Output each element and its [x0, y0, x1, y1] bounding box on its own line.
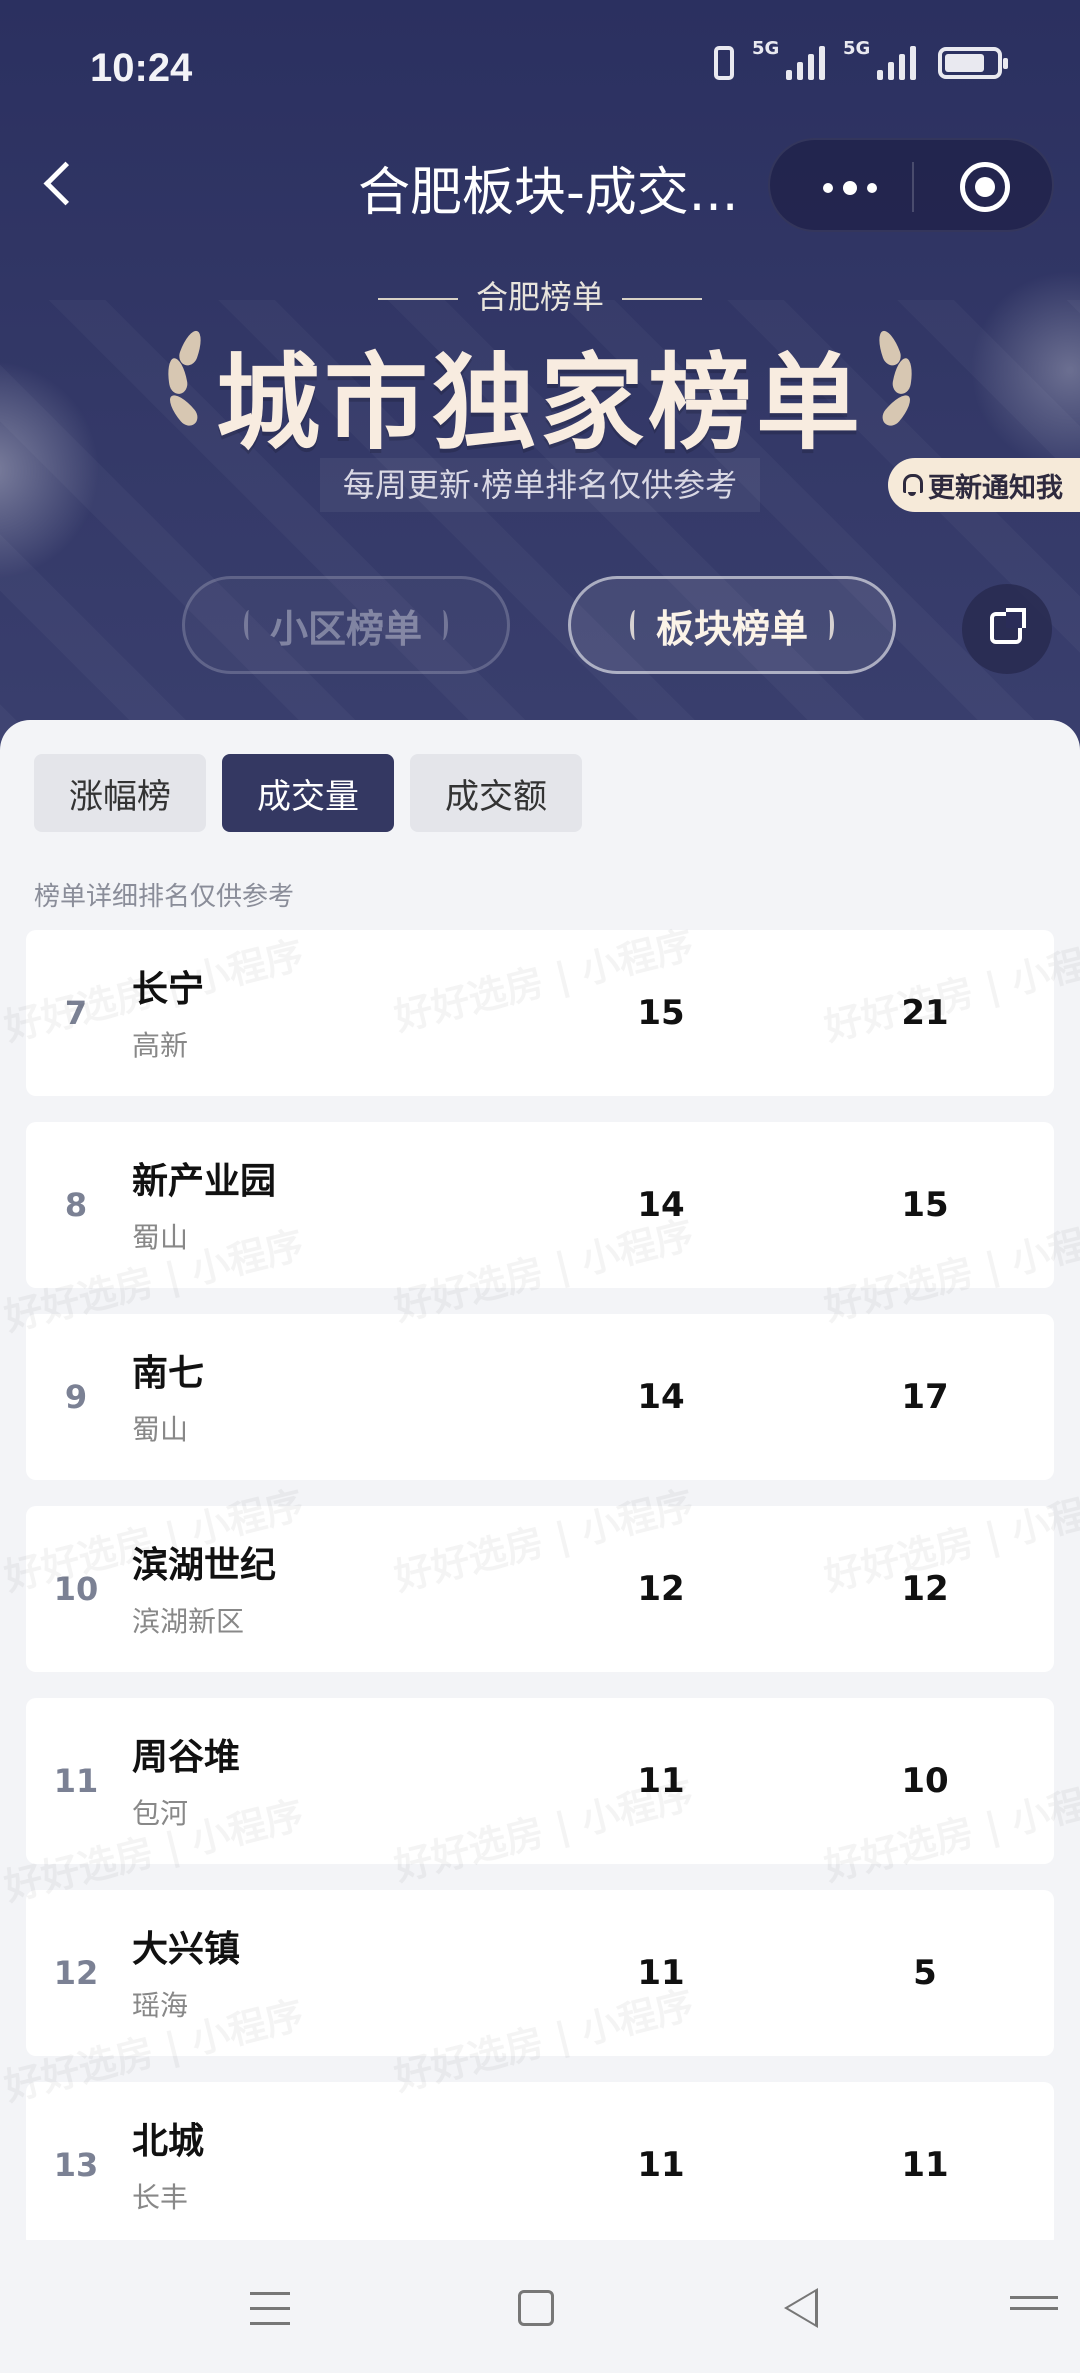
status-icons: 5G 5G [714, 38, 1008, 80]
row-rank: 10 [53, 1570, 99, 1608]
hero-subtitle-row: 合肥榜单 [0, 272, 1080, 318]
row-name: 周谷堆 [132, 1737, 241, 1778]
row-value-1: 11 [637, 2145, 685, 2185]
row-value-1: 11 [637, 1953, 685, 1993]
tab-amount[interactable]: 成交额 [410, 754, 582, 832]
row-district: 高新 [132, 1029, 189, 1062]
row-value-1: 12 [637, 1569, 685, 1609]
row-value-1: 15 [637, 993, 685, 1033]
notify-button[interactable]: 更新通知我 [888, 458, 1080, 512]
row-name: 南七 [132, 1353, 205, 1394]
row-name: 北城 [132, 2121, 205, 2162]
share-button[interactable] [962, 584, 1052, 674]
row-rank: 12 [53, 1954, 99, 1992]
back-icon[interactable] [38, 158, 78, 208]
row-name: 大兴镇 [132, 1929, 241, 1970]
ranking-list: 7 长宁 高新 15 21 8 新产业园 蜀山 14 15 9 南七 蜀山 14… [26, 930, 1054, 2274]
table-row[interactable]: 10 滨湖世纪 滨湖新区 12 12 [26, 1506, 1054, 1672]
system-nav-bar [0, 2240, 1080, 2373]
hero-title: 城市独家榜单 [215, 342, 864, 464]
table-row[interactable]: 9 南七 蜀山 14 17 [26, 1314, 1054, 1480]
row-rank: 13 [53, 2146, 99, 2184]
row-value-1: 14 [637, 1185, 685, 1225]
more-lines-icon[interactable] [1010, 2296, 1058, 2322]
tab-volume[interactable]: 成交量 [222, 754, 394, 832]
row-value-1: 11 [637, 1761, 685, 1801]
status-bar: 10:24 5G 5G [0, 0, 1080, 140]
home-icon[interactable] [518, 2290, 554, 2326]
more-dots-icon[interactable] [810, 168, 890, 208]
table-row[interactable]: 8 新产业园 蜀山 14 15 [26, 1122, 1054, 1288]
table-row[interactable]: 11 周谷堆 包河 11 10 [26, 1698, 1054, 1864]
bell-icon [900, 472, 924, 498]
status-time: 10:24 [90, 46, 193, 90]
row-value-2: 21 [901, 993, 949, 1033]
row-value-2: 10 [901, 1761, 949, 1801]
ranking-tip: 榜单详细排名仅供参考 [34, 882, 295, 912]
back-triangle-icon[interactable] [784, 2288, 818, 2328]
capsule-divider [912, 162, 914, 212]
signal-2-label: 5G [843, 38, 871, 59]
hero-subtitle: 合肥榜单 [475, 278, 604, 316]
ranking-tabs: 涨幅榜 成交量 成交额 [34, 754, 582, 832]
row-district: 瑶海 [132, 1989, 189, 2022]
row-rank: 9 [64, 1378, 88, 1416]
signal-1-label: 5G [752, 38, 780, 59]
leaf-icon [243, 610, 254, 640]
content-sheet: 涨幅榜 成交量 成交额 榜单详细排名仅供参考 7 长宁 高新 15 21 8 新… [0, 720, 1080, 2248]
row-district: 蜀山 [132, 1221, 189, 1254]
table-row[interactable]: 7 长宁 高新 15 21 [26, 930, 1054, 1096]
segment-block-button[interactable]: 板块榜单 [568, 576, 896, 674]
signal-icon-1: 5G [752, 38, 825, 80]
share-icon [990, 608, 1026, 644]
table-row[interactable]: 13 北城 长丰 11 11 [26, 2082, 1054, 2248]
row-rank: 11 [53, 1762, 99, 1800]
segment-community-button[interactable]: 小区榜单 [182, 576, 510, 674]
battery-icon [938, 47, 1008, 79]
row-name: 长宁 [132, 969, 205, 1010]
row-rank: 8 [64, 1186, 88, 1224]
segment-community-label: 小区榜单 [269, 606, 422, 651]
row-value-2: 11 [901, 2145, 949, 2185]
notify-label: 更新通知我 [928, 472, 1063, 504]
row-district: 包河 [132, 1797, 189, 1830]
miniapp-capsule [768, 138, 1054, 232]
row-name: 滨湖世纪 [132, 1545, 277, 1586]
row-value-2: 15 [901, 1185, 949, 1225]
menu-icon[interactable] [250, 2292, 290, 2326]
row-value-2: 12 [901, 1569, 949, 1609]
row-name: 新产业园 [132, 1161, 277, 1202]
segment-block-label: 板块榜单 [655, 606, 808, 651]
vibrate-icon [714, 46, 734, 80]
row-value-2: 5 [913, 1953, 937, 1993]
table-row[interactable]: 12 大兴镇 瑶海 11 5 [26, 1890, 1054, 2056]
row-district: 滨湖新区 [132, 1605, 245, 1638]
row-district: 蜀山 [132, 1413, 189, 1446]
page-title: 合肥板块-成交... [358, 163, 739, 223]
leaf-icon [438, 610, 448, 640]
leaf-icon [629, 610, 640, 640]
row-district: 长丰 [132, 2181, 189, 2214]
row-value-1: 14 [637, 1377, 685, 1417]
tab-rise[interactable]: 涨幅榜 [34, 754, 206, 832]
leaf-icon [824, 610, 834, 640]
hero-note: 每周更新·榜单排名仅供参考 [320, 458, 760, 512]
row-rank: 7 [64, 994, 88, 1032]
row-value-2: 17 [901, 1377, 949, 1417]
signal-icon-2: 5G [843, 38, 916, 80]
hero-banner: 10:24 5G 5G 合肥板块-成交... 合肥榜单 城市独家榜单 每周更新·… [0, 0, 1080, 760]
close-target-icon[interactable] [960, 162, 1010, 212]
